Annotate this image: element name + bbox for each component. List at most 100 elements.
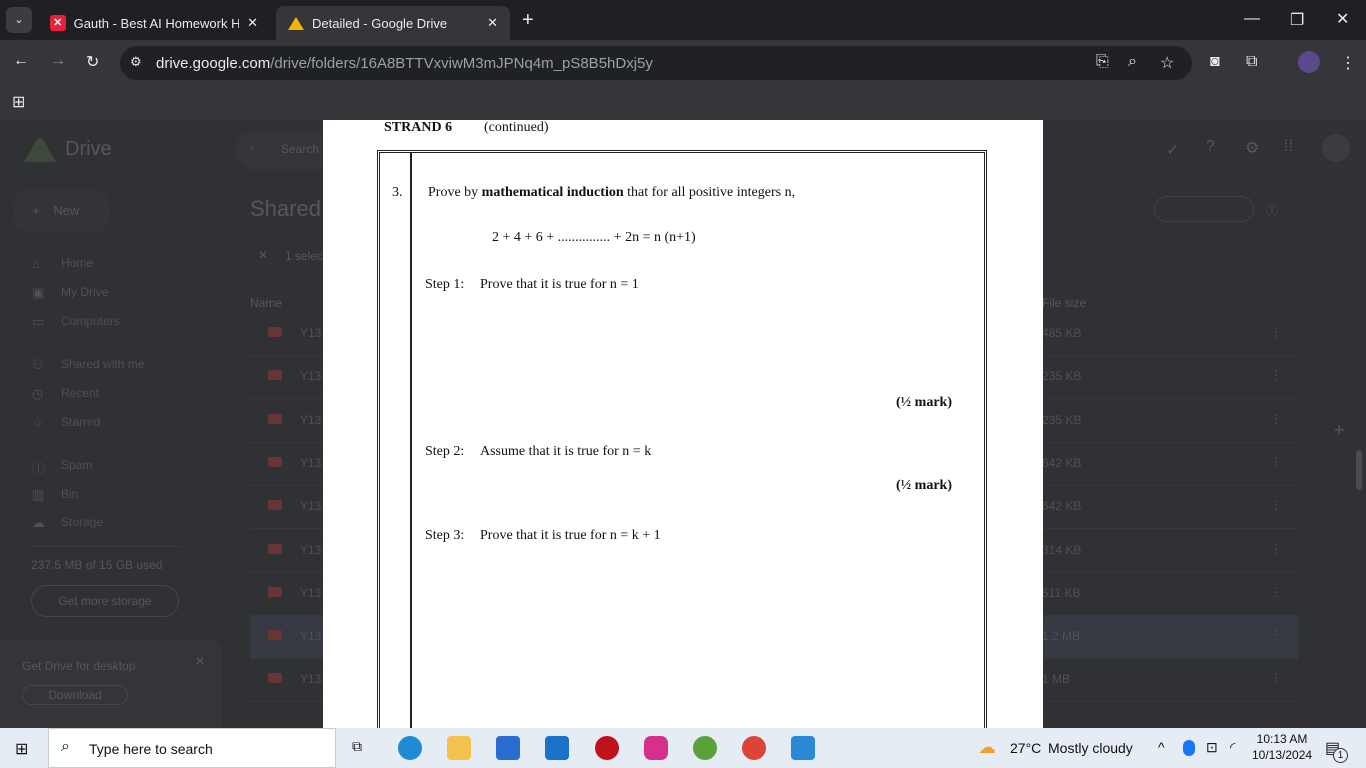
selection-count: 1 selec — [285, 249, 323, 263]
bluetooth-icon[interactable] — [1183, 740, 1195, 756]
app-icon[interactable] — [595, 736, 619, 760]
account-avatar[interactable] — [1322, 134, 1350, 162]
restore-button[interactable]: ❐ — [1290, 10, 1304, 30]
view-toggle[interactable] — [1154, 196, 1254, 222]
info-icon[interactable]: ⓘ — [1266, 202, 1278, 219]
more-actions-icon[interactable]: ⋮ — [1270, 368, 1282, 382]
storage-bar — [32, 546, 182, 547]
settings-icon[interactable]: ⚙ — [1245, 138, 1259, 158]
minimize-button[interactable]: — — [1244, 10, 1260, 28]
close-promo-icon[interactable]: ✕ — [195, 654, 205, 668]
more-actions-icon[interactable]: ⋮ — [1270, 325, 1282, 339]
scrollbar[interactable] — [1356, 450, 1362, 490]
more-actions-icon[interactable]: ⋮ — [1270, 542, 1282, 556]
file-name: Y13 — [300, 672, 322, 687]
add-addon-icon[interactable]: + — [1334, 420, 1345, 441]
sidebar-item-home[interactable]: Home — [61, 256, 93, 270]
more-actions-icon[interactable]: ⋮ — [1270, 628, 1282, 642]
more-actions-icon[interactable]: ⋮ — [1270, 585, 1282, 599]
column-file-size[interactable]: File size — [1042, 296, 1086, 310]
instagram-icon[interactable] — [644, 736, 668, 760]
store-icon[interactable] — [496, 736, 520, 760]
sidebar-item-storage[interactable]: Storage — [61, 515, 103, 529]
apps-grid-icon[interactable]: ⊞ — [12, 92, 25, 112]
sidebar-item-recent[interactable]: Recent — [61, 386, 99, 400]
search-input[interactable]: Search ⌕ — [235, 130, 335, 170]
forward-button[interactable]: → — [50, 52, 66, 70]
column-name[interactable]: Name — [250, 296, 282, 310]
meet-icon[interactable]: ⊡ — [1206, 739, 1218, 756]
camera-extension-icon[interactable]: ◙ — [1210, 53, 1220, 71]
site-info-icon[interactable]: ⚙ — [130, 54, 142, 70]
sidebar-item-bin[interactable]: Bin — [61, 487, 78, 501]
more-actions-icon[interactable]: ⋮ — [1270, 455, 1282, 469]
file-size: 511 KB — [1042, 585, 1081, 600]
file-size: 1 MB — [1042, 672, 1071, 687]
photos-icon[interactable] — [791, 736, 815, 760]
clock[interactable]: 10:13 AM 10/13/2024 — [1252, 732, 1312, 762]
tab-search-button[interactable]: ⌄ — [6, 7, 32, 33]
file-size: 235 KB — [1042, 412, 1082, 427]
step2-label: Step 2: — [425, 444, 465, 459]
sidebar-item-my-drive[interactable]: My Drive — [61, 285, 108, 299]
close-window-button[interactable]: ✕ — [1336, 9, 1349, 29]
more-actions-icon[interactable]: ⋮ — [1270, 671, 1282, 685]
mail-icon[interactable] — [545, 736, 569, 760]
weather-text[interactable]: Mostly cloudy — [1048, 740, 1133, 756]
reload-button[interactable]: ↻ — [86, 52, 99, 72]
search-placeholder: Type here to search — [89, 741, 213, 757]
bin-icon: ▥ — [32, 487, 45, 502]
get-storage-button[interactable]: Get more storage — [31, 585, 179, 617]
file-explorer-icon[interactable] — [447, 736, 471, 760]
tray-chevron-icon[interactable]: ^ — [1158, 739, 1165, 755]
zoom-icon[interactable]: ⌕ — [1128, 53, 1137, 71]
margin-line — [410, 153, 412, 753]
download-button[interactable]: Download — [22, 685, 128, 705]
browser-menu-icon[interactable]: ⋮ — [1340, 53, 1356, 73]
desktop-promo: Get Drive for desktop ✕ Download — [0, 640, 222, 728]
wifi-icon[interactable]: ◜ — [1230, 739, 1235, 756]
new-tab-button[interactable]: + — [522, 9, 534, 32]
offline-icon[interactable]: ✓ — [1166, 140, 1179, 160]
taskbar-search[interactable]: ⌕ Type here to search — [48, 728, 336, 768]
apps-icon[interactable]: ⁞⁞ — [1284, 138, 1293, 156]
date: 10/13/2024 — [1252, 748, 1313, 762]
sidebar-item-spam[interactable]: Spam — [61, 458, 92, 472]
sidebar-item-shared[interactable]: Shared with me — [61, 357, 144, 371]
windows-start-icon[interactable]: ⊞ — [15, 739, 28, 759]
address-bar[interactable]: ⚙ drive.google.com/drive/folders/16A8BTT… — [120, 46, 1192, 80]
chess-icon[interactable] — [693, 736, 717, 760]
cloud-icon: ☁ — [32, 515, 45, 530]
step2-mark: (½ mark) — [896, 478, 952, 493]
more-actions-icon[interactable]: ⋮ — [1270, 498, 1282, 512]
step3-label: Step 3: — [425, 528, 465, 543]
back-button[interactable]: ← — [13, 52, 29, 70]
search-placeholder: Search — [281, 142, 320, 156]
more-actions-icon[interactable]: ⋮ — [1270, 412, 1282, 426]
bookmark-star-icon[interactable]: ☆ — [1160, 53, 1174, 73]
edge-icon[interactable] — [398, 736, 422, 760]
question-number: 3. — [392, 185, 403, 200]
chrome-icon[interactable] — [742, 736, 766, 760]
url-domain: drive.google.com — [156, 54, 271, 72]
promo-text: Get Drive for desktop — [22, 659, 136, 673]
tab-google-drive[interactable]: Detailed - Google Drive ✕ — [276, 6, 510, 40]
task-view-icon[interactable]: ⧉ — [352, 738, 362, 755]
help-icon[interactable]: ? — [1206, 138, 1215, 156]
file-name: Y13 — [300, 412, 322, 427]
extensions-icon[interactable]: ⧉ — [1246, 53, 1257, 71]
sidebar-item-computers[interactable]: Computers — [61, 314, 120, 328]
clear-selection-icon[interactable]: ✕ — [258, 248, 268, 262]
drive-logo-text: Drive — [65, 138, 112, 160]
file-name: Y13 — [300, 629, 322, 644]
weather-temp[interactable]: 27°C — [1010, 740, 1041, 756]
install-app-icon[interactable]: ⎘ — [1096, 53, 1109, 71]
close-tab-icon[interactable]: ✕ — [487, 15, 498, 31]
new-button[interactable]: + New — [14, 190, 110, 232]
tab-gauth[interactable]: ✕ Gauth - Best AI Homework Help ✕ — [38, 6, 270, 40]
profile-avatar[interactable] — [1298, 51, 1320, 73]
file-name: Y13 — [300, 585, 322, 600]
sidebar-item-starred[interactable]: Starred — [61, 415, 100, 429]
close-tab-icon[interactable]: ✕ — [247, 15, 258, 31]
file-name: Y13 — [300, 326, 322, 340]
